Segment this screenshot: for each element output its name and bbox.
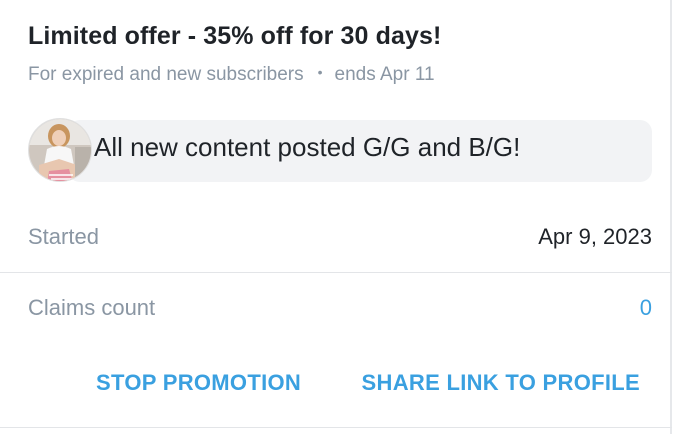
share-link-button[interactable]: SHARE LINK TO PROFILE <box>362 370 640 396</box>
started-label: Started <box>28 224 99 249</box>
bottom-divider <box>0 427 672 428</box>
separator-dot: • <box>317 64 323 80</box>
row-divider <box>0 272 672 273</box>
message-text: All new content posted G/G and B/G! <box>94 132 521 162</box>
avatar[interactable] <box>28 118 92 182</box>
claims-label: Claims count <box>28 295 156 320</box>
stop-promotion-button[interactable]: STOP PROMOTION <box>96 370 301 396</box>
started-value: Apr 9, 2023 <box>538 224 652 249</box>
claims-count[interactable]: 0 <box>640 295 652 321</box>
avatar-image <box>29 119 91 181</box>
promotion-message: All new content posted G/G and B/G! <box>28 118 652 182</box>
promotion-end-date: ends Apr 11 <box>334 64 435 85</box>
promotion-card: Limited offer - 35% off for 30 days! For… <box>0 0 680 434</box>
started-row: Started Apr 9, 2023 <box>28 218 652 258</box>
promotion-subtitle: For expired and new subscribers • ends Apr… <box>28 64 435 86</box>
card-edge <box>670 0 672 434</box>
promotion-audience: For expired and new subscribers <box>28 64 304 85</box>
claims-row: Claims count 0 <box>28 289 652 329</box>
promotion-title: Limited offer - 35% off for 30 days! <box>28 22 442 50</box>
